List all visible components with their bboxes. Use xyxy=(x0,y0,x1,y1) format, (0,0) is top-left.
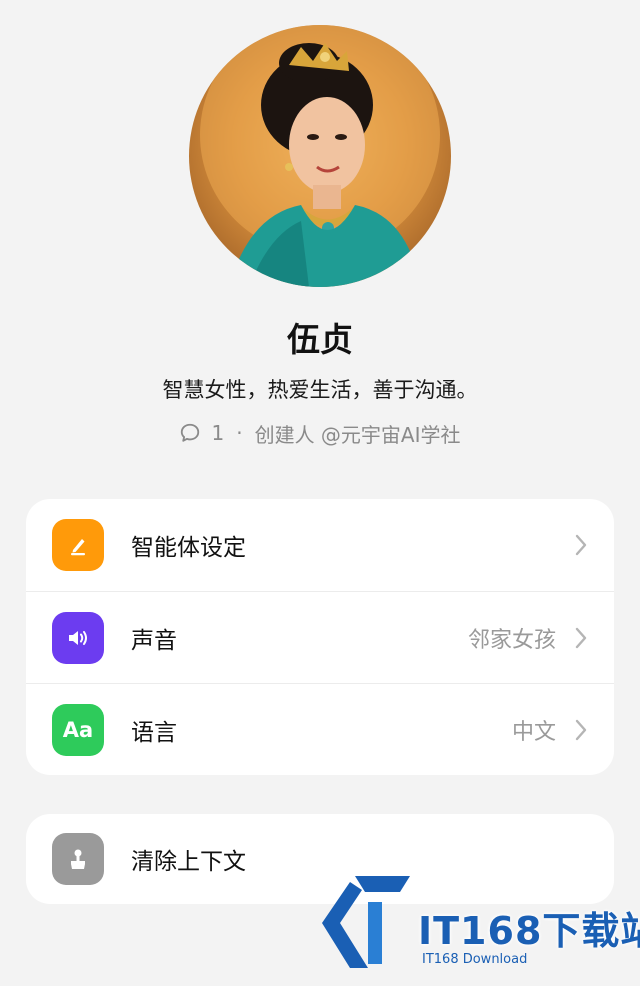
voice-value: 邻家女孩 xyxy=(467,627,556,653)
chevron-right-icon xyxy=(575,627,587,648)
agent-name: 伍贞 xyxy=(287,320,353,359)
language-icon: Aa xyxy=(52,703,104,756)
comment-count: 1 xyxy=(211,421,225,445)
watermark: IT168下载站 IT168 Download xyxy=(310,868,640,978)
chevron-right-icon xyxy=(575,719,587,740)
watermark-subtitle: IT168 Download xyxy=(422,952,528,967)
agent-meta: 1 · 创建人 @元宇宙AI学社 xyxy=(0,419,640,447)
watermark-title: IT168下载站 xyxy=(418,909,640,953)
agent-settings-row[interactable]: 智能体设定 xyxy=(26,499,614,591)
avatar-portrait xyxy=(200,25,440,287)
language-row[interactable]: Aa 语言 中文 xyxy=(26,683,614,775)
watermark-logo-icon xyxy=(322,876,410,968)
meta-separator: · xyxy=(236,421,243,445)
settings-card: 智能体设定 声音 邻家女孩 Aa 语言 中文 xyxy=(26,499,614,775)
speaker-icon xyxy=(52,611,104,664)
clear-context-icon xyxy=(52,833,104,885)
avatar[interactable] xyxy=(189,25,451,287)
chevron-right-icon xyxy=(575,534,587,556)
comment-icon xyxy=(181,423,200,442)
row-label: 声音 xyxy=(131,627,177,654)
voice-row[interactable]: 声音 邻家女孩 xyxy=(26,591,614,683)
row-label: 智能体设定 xyxy=(131,535,246,561)
language-icon-text: Aa xyxy=(62,717,94,742)
pencil-icon xyxy=(52,519,104,571)
row-label: 语言 xyxy=(131,719,177,746)
creator-link[interactable]: 创建人 @元宇宙AI学社 xyxy=(255,419,461,448)
agent-bio: 智慧女性，热爱生活，善于沟通。 xyxy=(162,378,478,402)
language-value: 中文 xyxy=(511,719,556,745)
